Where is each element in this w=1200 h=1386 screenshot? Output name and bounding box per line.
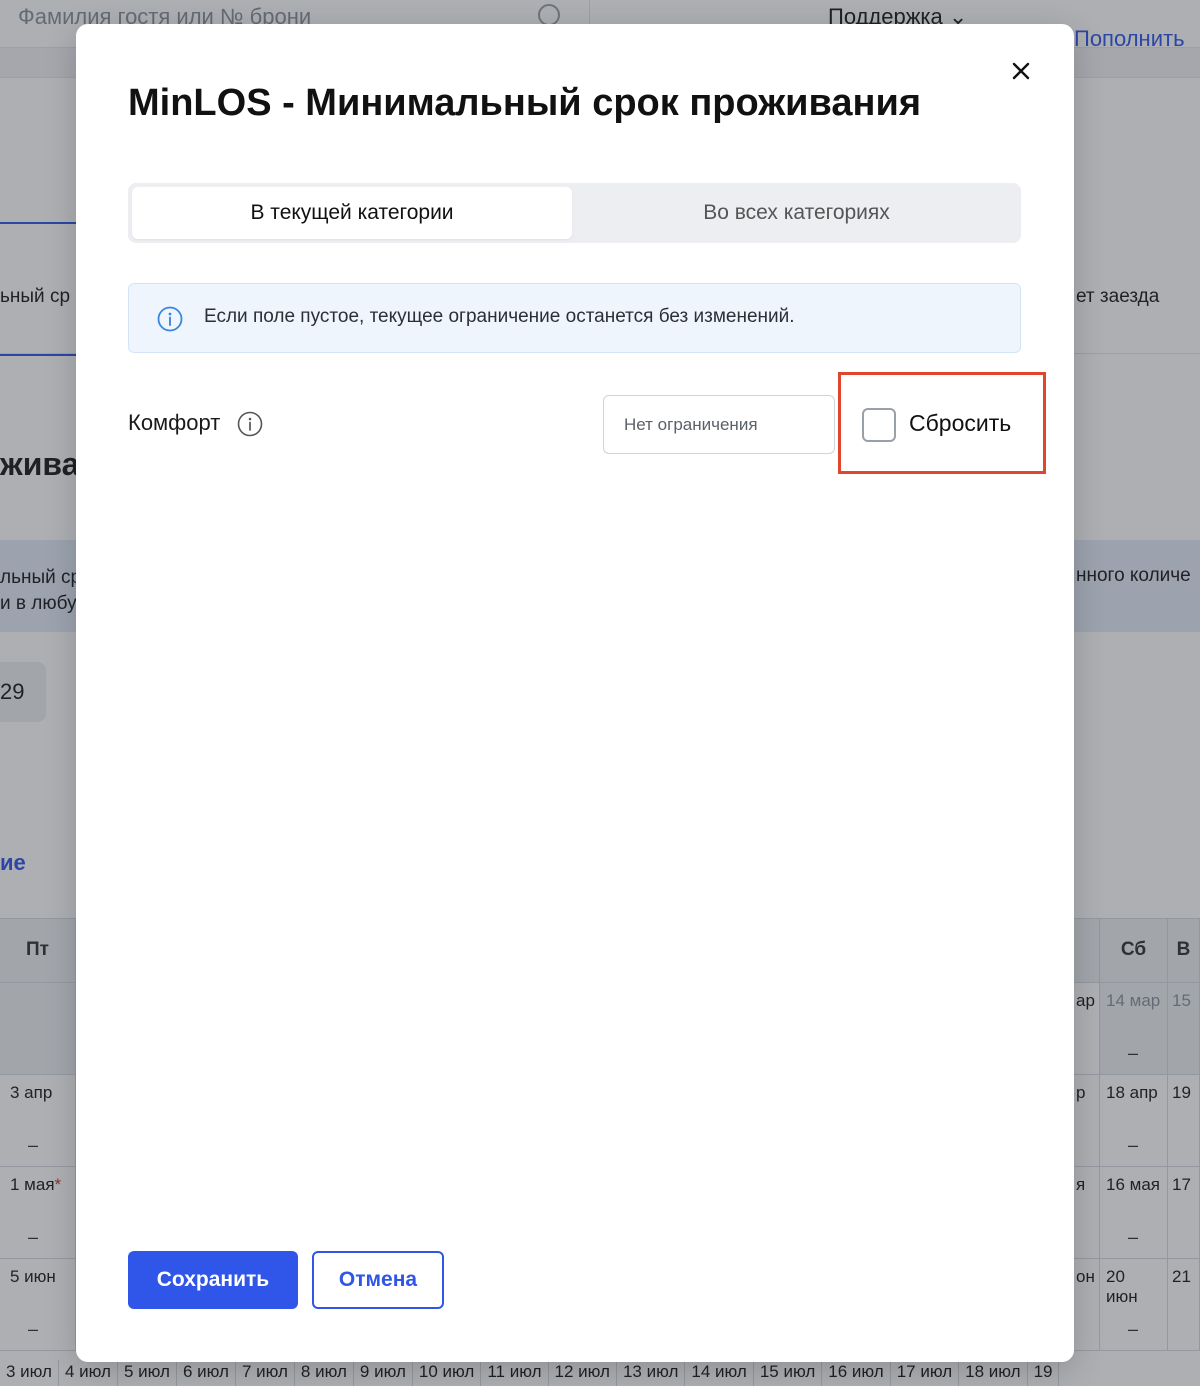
category-label: Комфорт	[128, 410, 221, 435]
scope-switch: В текущей категории Во всех категориях	[128, 183, 1021, 243]
info-icon[interactable]	[237, 411, 263, 437]
modal-title: MinLOS - Минимальный срок проживания	[128, 82, 921, 124]
info-note: Если поле пустое, текущее ограничение ос…	[128, 283, 1021, 353]
save-button[interactable]: Сохранить	[128, 1251, 298, 1309]
reset-checkbox[interactable]	[862, 408, 896, 442]
close-button[interactable]	[1006, 56, 1036, 86]
tab-all-categories[interactable]: Во всех категориях	[576, 187, 1017, 239]
close-icon	[1012, 62, 1030, 80]
minlos-modal: MinLOS - Минимальный срок проживания В т…	[76, 24, 1074, 1362]
reset-label[interactable]: Сбросить	[909, 410, 1011, 437]
cancel-button[interactable]: Отмена	[312, 1251, 444, 1309]
tab-current-category[interactable]: В текущей категории	[132, 187, 572, 239]
info-icon	[157, 306, 183, 332]
info-note-text: Если поле пустое, текущее ограничение ос…	[204, 306, 795, 327]
min-stay-input[interactable]	[603, 395, 835, 454]
